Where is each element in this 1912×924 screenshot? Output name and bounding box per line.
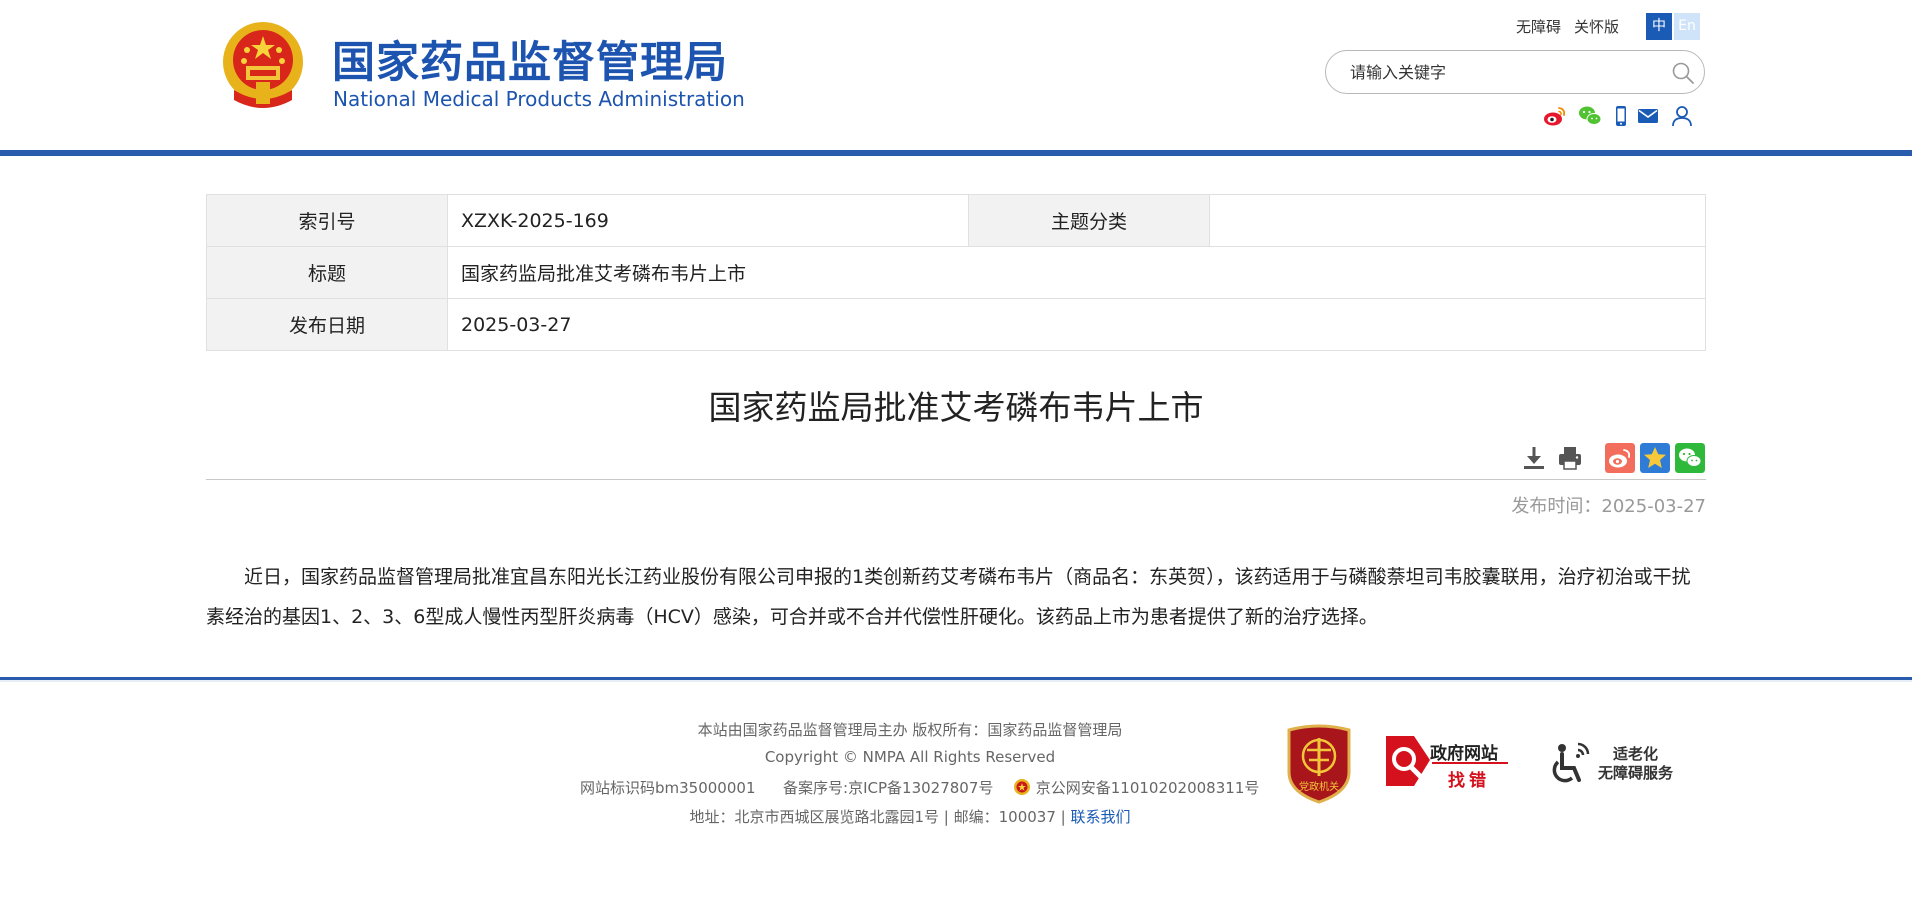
index-label: 索引号 xyxy=(206,194,448,247)
footer-copyright: Copyright © NMPA All Rights Reserved xyxy=(764,748,1056,766)
print-icon[interactable] xyxy=(1556,444,1584,472)
table-row: 发布日期 2025-03-27 xyxy=(206,298,1706,351)
mobile-icon[interactable] xyxy=(1609,104,1633,128)
badge-elder-line2[interactable]: 无障碍服务 xyxy=(1598,762,1673,783)
title-divider xyxy=(206,479,1706,480)
elder-care-link[interactable]: 关怀版 xyxy=(1574,16,1619,37)
header-divider-bar xyxy=(0,150,1912,156)
weibo-icon[interactable] xyxy=(1543,104,1567,128)
mail-icon[interactable] xyxy=(1636,104,1660,128)
search-icon[interactable] xyxy=(1671,61,1695,85)
site-title-en: National Medical Products Administration xyxy=(333,87,745,111)
police-badge-icon xyxy=(1013,779,1030,795)
download-icon[interactable] xyxy=(1520,444,1548,472)
badge-error-line1[interactable]: 政府网站 xyxy=(1430,739,1498,764)
badge-error-line2[interactable]: 找错 xyxy=(1448,766,1490,791)
badge-elder-line1[interactable]: 适老化 xyxy=(1613,743,1658,764)
user-icon[interactable] xyxy=(1670,104,1694,128)
article-body: 近日，国家药品监督管理局批准宜昌东阳光长江药业股份有限公司申报的1类创新药艾考磷… xyxy=(206,566,1691,628)
search-box xyxy=(1325,50,1705,94)
title-label: 标题 xyxy=(206,246,448,299)
footer-sponsor: 本站由国家药品监督管理局主办 版权所有：国家药品监督管理局 xyxy=(697,721,1123,739)
footer-divider-shadow xyxy=(0,680,1912,682)
topic-label: 主题分类 xyxy=(968,194,1210,247)
footer-police[interactable]: 京公网安备11010202008311号 xyxy=(1036,779,1260,797)
document-meta-table: 索引号 XZXK-2025-169 主题分类 标题 国家药监局批准艾考磷布韦片上… xyxy=(206,194,1706,351)
date-value: 2025-03-27 xyxy=(447,298,1706,351)
national-emblem-icon xyxy=(223,22,303,108)
topic-value xyxy=(1209,194,1706,247)
date-label: 发布日期 xyxy=(206,298,448,351)
share-favorite-icon[interactable] xyxy=(1640,443,1670,473)
lang-en-button[interactable]: En xyxy=(1674,13,1700,40)
site-title-cn: 国家药品监督管理局 xyxy=(332,38,728,88)
wechat-icon[interactable] xyxy=(1578,104,1602,128)
elder-accessibility-icon[interactable] xyxy=(1548,738,1596,788)
article-title: 国家药监局批准艾考磷布韦片上市 xyxy=(708,388,1204,427)
publish-time: 发布时间：2025-03-27 xyxy=(1511,496,1706,517)
contact-us-link[interactable]: 联系我们 xyxy=(1070,808,1130,826)
site-header: 国家药品监督管理局 National Medical Products Admi… xyxy=(0,0,1912,150)
table-row: 标题 国家药监局批准艾考磷布韦片上市 xyxy=(206,246,1706,299)
share-wechat-icon[interactable] xyxy=(1675,443,1705,473)
badge-party-text: 党政机关 xyxy=(1299,780,1339,793)
table-row: 索引号 XZXK-2025-169 主题分类 xyxy=(206,194,1706,247)
title-value: 国家药监局批准艾考磷布韦片上市 xyxy=(447,246,1706,299)
footer-site-id: 网站标识码bm35000001 xyxy=(580,779,756,797)
footer-icp[interactable]: 备案序号:京ICP备13027807号 xyxy=(783,779,993,797)
index-value: XZXK-2025-169 xyxy=(447,194,969,247)
footer-registration: 网站标识码bm35000001 备案序号:京ICP备13027807号 京公网安… xyxy=(580,777,1259,798)
share-weibo-icon[interactable] xyxy=(1605,443,1635,473)
party-government-badge-icon[interactable]: 党政机关 xyxy=(1285,724,1353,804)
badge-error-underline xyxy=(1432,762,1508,764)
accessibility-link[interactable]: 无障碍 xyxy=(1516,16,1561,37)
gov-site-error-icon[interactable] xyxy=(1384,732,1434,790)
footer-address-line: 地址：北京市西城区展览路北露园1号 | 邮编：100037 | 联系我们 xyxy=(580,806,1240,827)
lang-zh-button[interactable]: 中 xyxy=(1646,13,1672,40)
footer-address: 地址：北京市西城区展览路北露园1号 | 邮编：100037 | xyxy=(689,808,1071,826)
search-input[interactable] xyxy=(1350,61,1650,83)
